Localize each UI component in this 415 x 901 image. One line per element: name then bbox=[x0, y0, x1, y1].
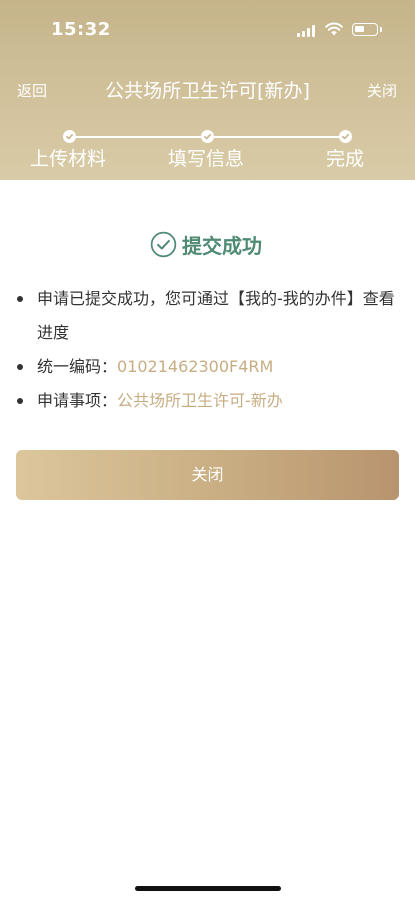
step-1-check-icon bbox=[63, 130, 76, 143]
step-label-done: 完成 bbox=[326, 148, 365, 170]
submit-message: 申请已提交成功，您可通过【我的-我的办件】查看进度 bbox=[37, 289, 395, 342]
home-indicator[interactable] bbox=[135, 886, 281, 891]
header: 15:32 返回 公共场所卫生许可[新办] 关闭 上传材料 填写信息 完成 bbox=[0, 0, 415, 180]
list-item: 申请已提交成功，您可通过【我的-我的办件】查看进度 bbox=[16, 282, 401, 350]
status-time: 15:32 bbox=[51, 19, 111, 40]
code-label: 统一编码： bbox=[37, 357, 118, 376]
step-label-upload: 上传材料 bbox=[30, 148, 107, 170]
success-banner: 提交成功 bbox=[0, 228, 415, 262]
nav-bar: 返回 公共场所卫生许可[新办] 关闭 bbox=[0, 68, 415, 110]
list-item: 统一编码：01021462300F4RM bbox=[16, 350, 401, 384]
list-item: 申请事项：公共场所卫生许可-新办 bbox=[16, 384, 401, 418]
nav-close-button[interactable]: 关闭 bbox=[367, 80, 397, 101]
wifi-icon bbox=[325, 22, 343, 36]
battery-icon bbox=[352, 23, 382, 36]
bullet bbox=[17, 398, 23, 404]
code-value: 01021462300F4RM bbox=[117, 357, 274, 376]
item-label: 申请事项： bbox=[37, 391, 118, 410]
info-list: 申请已提交成功，您可通过【我的-我的办件】查看进度 统一编码：010214623… bbox=[16, 282, 401, 418]
item-value: 公共场所卫生许可-新办 bbox=[117, 391, 283, 410]
step-label-fill: 填写信息 bbox=[168, 148, 245, 170]
status-bar: 15:32 bbox=[0, 0, 415, 60]
page-title: 公共场所卫生许可[新办] bbox=[105, 80, 310, 102]
bullet bbox=[17, 296, 23, 302]
step-3-check-icon bbox=[339, 130, 352, 143]
check-circle-icon bbox=[150, 231, 177, 258]
signal-icon bbox=[297, 25, 317, 37]
close-button[interactable]: 关闭 bbox=[16, 450, 399, 500]
progress-steps: 上传材料 填写信息 完成 bbox=[0, 118, 415, 180]
step-2-check-icon bbox=[201, 130, 214, 143]
bullet bbox=[17, 364, 23, 370]
success-title: 提交成功 bbox=[182, 234, 262, 258]
